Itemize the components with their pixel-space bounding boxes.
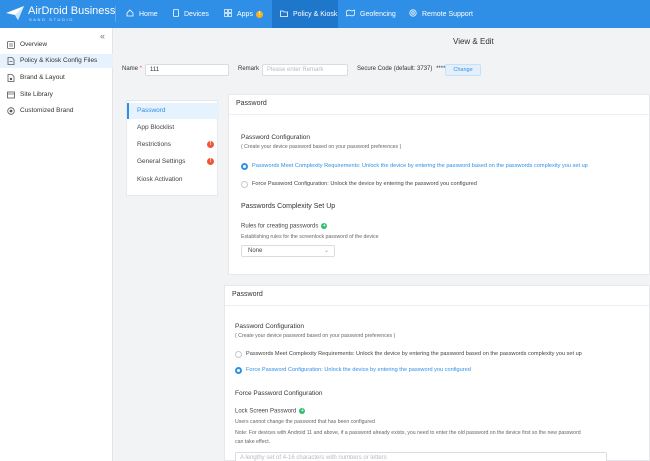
secure-code-value: ****	[436, 66, 446, 72]
radio-force[interactable]	[241, 181, 248, 188]
page-title: View & Edit	[453, 37, 494, 46]
rules-description: Establishing rules for the screenlock pa…	[241, 234, 379, 240]
overview-icon	[7, 41, 15, 49]
phone-icon	[173, 9, 179, 19]
top-bar: AirDroid Business SAND STUDIO Home Devic…	[0, 0, 650, 28]
password-card-2: Password Password Configuration ( Create…	[224, 285, 650, 461]
divider	[115, 6, 116, 22]
nav-apps[interactable]: Apps !	[224, 0, 263, 28]
nav-home-label: Home	[139, 10, 158, 18]
option-complexity-label[interactable]: Passwords Meet Complexity Requirements: …	[246, 351, 582, 357]
brand-subtitle: SAND STUDIO	[29, 17, 74, 22]
brand-icon	[7, 74, 15, 82]
lock-password-label: Lock Screen Password +	[235, 408, 306, 415]
tab-label: App Blocklist	[137, 124, 175, 131]
config-description: ( Create your device password based on y…	[241, 144, 402, 150]
chevron-down-icon: ⌄	[323, 248, 329, 254]
sidebar-item-label: Customized Brand	[20, 107, 74, 114]
required-mark: *	[139, 66, 143, 72]
sidebar: « Overview Policy & Kiosk Config Files B…	[0, 28, 113, 461]
nav-apps-label: Apps	[237, 10, 253, 18]
tab-restrictions[interactable]: Restrictions !	[127, 137, 219, 153]
tab-label: Restrictions	[137, 141, 171, 148]
support-icon	[409, 9, 417, 19]
lock-description: Users cannot change the password that ha…	[235, 419, 375, 425]
tab-app-blocklist[interactable]: App Blocklist	[127, 120, 219, 136]
airdroid-logo-icon	[6, 6, 24, 20]
card-title: Password	[236, 100, 267, 107]
brand-name: AirDroid Business	[28, 5, 116, 17]
change-button[interactable]: Change	[445, 64, 481, 76]
force-config-title: Force Password Configuration	[235, 390, 323, 397]
card-header: Password	[229, 95, 649, 115]
nav-geofencing[interactable]: Geofencing	[346, 0, 396, 28]
map-icon	[346, 9, 355, 19]
name-label: Name *	[122, 66, 143, 72]
info-plus-icon[interactable]: +	[299, 408, 306, 414]
config-title: Password Configuration	[241, 134, 311, 141]
tab-label: Kiosk Activation	[137, 176, 183, 183]
radio-complexity[interactable]	[241, 163, 248, 170]
sidebar-item-label: Overview	[20, 41, 48, 48]
nav-home[interactable]: Home	[126, 0, 158, 28]
tab-general-settings[interactable]: General Settings !	[127, 154, 219, 170]
warning-badge: !	[207, 158, 214, 165]
sidebar-item-label: Policy & Kiosk Config Files	[20, 57, 98, 64]
remark-label: Remark	[238, 66, 260, 72]
card-header: Password	[225, 286, 649, 306]
tab-kiosk-activation[interactable]: Kiosk Activation	[127, 172, 219, 188]
sidebar-item-label: Site Library	[20, 91, 53, 98]
nav-policy-kiosk[interactable]: Policy & Kiosk	[272, 0, 338, 28]
card-title: Password	[232, 291, 263, 298]
secure-code-label: Secure Code (default: 3737) ****	[357, 66, 446, 72]
grid-icon	[224, 9, 232, 19]
sidebar-item-label: Brand & Layout	[20, 74, 65, 81]
password-card: Password Password Configuration ( Create…	[228, 94, 650, 275]
nav-remote-support[interactable]: Remote Support	[409, 0, 473, 28]
logo[interactable]: AirDroid Business SAND STUDIO	[6, 4, 115, 24]
note-line-1: Note: For devices with Android 11 and ab…	[235, 430, 581, 436]
option-complexity-label[interactable]: Passwords Meet Complexity Requirements: …	[252, 163, 588, 169]
tab-password[interactable]: Password	[127, 103, 219, 119]
nav-remote-support-label: Remote Support	[422, 10, 473, 18]
config-description: ( Create your device password based on y…	[235, 333, 396, 339]
sidebar-item-customized-brand[interactable]: Customized Brand	[0, 104, 113, 118]
config-file-icon	[7, 57, 15, 65]
radio-complexity[interactable]	[235, 351, 242, 358]
tab-label: Password	[137, 107, 166, 114]
library-icon	[7, 91, 15, 99]
sidebar-item-brand-layout[interactable]: Brand & Layout	[0, 71, 113, 85]
warning-badge: !	[207, 141, 214, 148]
config-title: Password Configuration	[235, 323, 305, 330]
nav-geofencing-label: Geofencing	[360, 10, 396, 18]
nav-devices[interactable]: Devices	[173, 0, 209, 28]
sidebar-item-site-library[interactable]: Site Library	[0, 88, 113, 102]
home-icon	[126, 9, 134, 19]
nav-devices-label: Devices	[184, 10, 209, 18]
note-line-2: can take effect.	[235, 439, 271, 445]
target-icon	[7, 107, 15, 115]
sidebar-item-overview[interactable]: Overview	[0, 38, 113, 52]
nav-policy-kiosk-label: Policy & Kiosk	[293, 10, 338, 18]
sidebar-item-config-files[interactable]: Policy & Kiosk Config Files	[0, 54, 113, 68]
option-force-label[interactable]: Force Password Configuration: Unlock the…	[252, 181, 477, 187]
radio-force[interactable]	[235, 367, 242, 374]
complexity-title: Passwords Complexity Set Up	[241, 203, 336, 210]
lock-password-input[interactable]: A lengthy set of 4-16 characters with nu…	[235, 452, 607, 461]
name-input[interactable]: 111	[145, 64, 229, 76]
remark-input[interactable]: Please enter Remark	[262, 64, 348, 76]
apps-alert-badge: !	[255, 10, 263, 18]
rules-select[interactable]: None ⌄	[241, 245, 335, 257]
tab-label: General Settings	[137, 158, 186, 165]
option-force-label[interactable]: Force Password Configuration: Unlock the…	[246, 367, 471, 373]
folder-icon	[280, 10, 288, 19]
config-tabs: Password App Blocklist Restrictions ! Ge…	[126, 100, 219, 196]
rules-select-value: None	[248, 248, 263, 254]
info-plus-icon[interactable]: +	[321, 223, 328, 229]
rules-label: Rules for creating passwords +	[241, 223, 328, 230]
